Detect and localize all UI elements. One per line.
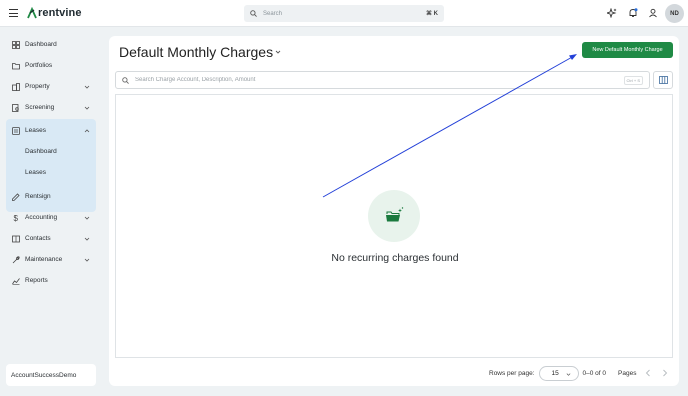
sidebar-item-contacts[interactable]: Contacts	[6, 229, 96, 248]
sidebar-item-property[interactable]: Property	[6, 77, 96, 96]
folder-icon	[12, 62, 20, 69]
sidebar-item-label: Rentsign	[25, 193, 51, 200]
next-page-button[interactable]	[660, 368, 670, 378]
lease-document-icon	[12, 126, 20, 135]
sidebar-item-label: Dashboard	[25, 41, 57, 48]
sidebar-item-label: Portfolios	[25, 62, 53, 69]
sparkle-icon[interactable]	[607, 8, 617, 18]
folder-open-icon	[386, 207, 404, 222]
sidebar: Dashboard Portfolios Property Screening …	[0, 27, 104, 396]
sidebar-item-label: Property	[25, 83, 50, 90]
chevron-left-icon	[646, 369, 651, 377]
sidebar-item-rentsign[interactable]: Rentsign	[6, 187, 96, 206]
dollar-icon: $	[14, 214, 19, 222]
search-icon	[122, 76, 129, 84]
sidebar-item-label: Leases	[25, 127, 46, 134]
bell-icon[interactable]	[628, 8, 638, 18]
search-icon	[250, 10, 257, 17]
sidebar-item-reports[interactable]: Reports	[6, 271, 96, 290]
previous-page-button[interactable]	[643, 368, 653, 378]
rows-per-page-label: Rows per page:	[489, 369, 535, 377]
sidebar-item-label: Screening	[25, 104, 55, 111]
chevron-down-icon[interactable]	[275, 49, 281, 55]
chevron-down-icon	[84, 258, 90, 262]
new-default-monthly-charge-button[interactable]: New Default Monthly Charge	[582, 42, 673, 58]
sidebar-item-leases[interactable]: Leases	[6, 121, 96, 140]
search-shortcut: ⌘ K	[426, 11, 438, 17]
hamburger-icon[interactable]	[9, 9, 18, 17]
sidebar-subitem-leases-dashboard[interactable]: Dashboard	[25, 148, 57, 155]
brand-name: rentvine	[38, 7, 82, 19]
user-icon[interactable]	[648, 8, 658, 18]
global-search-placeholder: Search	[263, 10, 283, 17]
chevron-down-icon	[84, 237, 90, 241]
search-shortcut-hint: Ctrl + S	[623, 75, 643, 85]
svg-text:$: $	[14, 214, 19, 222]
sidebar-item-maintenance[interactable]: Maintenance	[6, 250, 96, 269]
global-search[interactable]: Search ⌘ K	[244, 5, 444, 22]
dashboard-icon	[12, 40, 20, 49]
sidebar-item-label: Accounting	[25, 214, 58, 221]
charge-search-bar: Ctrl + S	[115, 71, 650, 89]
sidebar-item-label: Reports	[25, 277, 48, 284]
account-switcher[interactable]: AccountSuccessDemo	[6, 364, 96, 386]
charges-table: No recurring charges found	[115, 94, 673, 358]
page-title: Default Monthly Charges	[119, 44, 274, 60]
columns-button[interactable]	[653, 71, 673, 89]
pages-label: Pages	[618, 369, 637, 377]
sidebar-item-label: Contacts	[25, 235, 51, 242]
sidebar-item-screening[interactable]: Screening	[6, 98, 96, 117]
chevron-down-icon	[84, 106, 90, 110]
sidebar-item-label: Maintenance	[25, 256, 63, 263]
wrench-icon	[12, 255, 20, 263]
sidebar-item-accounting[interactable]: $ Accounting	[6, 208, 96, 227]
sidebar-item-dashboard[interactable]: Dashboard	[6, 35, 96, 54]
brand-logo[interactable]: rentvine	[27, 6, 82, 20]
chevron-up-icon	[84, 128, 90, 132]
signature-icon	[12, 192, 20, 201]
avatar[interactable]: ND	[665, 4, 684, 23]
empty-state-message: No recurring charges found	[331, 252, 459, 264]
pagination-range: 0–0 of 0	[582, 369, 607, 377]
sidebar-subitem-leases-list[interactable]: Leases	[25, 169, 46, 176]
pagination: Rows per page: 15 0–0 of 0 Pages	[489, 364, 670, 382]
building-icon	[12, 82, 20, 91]
rentvine-logo-icon	[27, 7, 37, 19]
chevron-right-icon	[663, 369, 668, 377]
top-bar: rentvine Search ⌘ K ND	[0, 0, 688, 27]
empty-state-illustration	[368, 190, 420, 242]
chevron-down-icon	[566, 372, 570, 376]
address-book-icon	[12, 235, 20, 242]
rows-per-page-value: 15	[551, 369, 559, 377]
main-card: Default Monthly Charges New Default Mont…	[109, 36, 679, 386]
charge-search-input[interactable]	[135, 77, 624, 83]
columns-icon	[658, 76, 668, 84]
chart-icon	[12, 277, 20, 285]
chevron-down-icon	[84, 85, 90, 89]
rows-per-page-select[interactable]: 15	[538, 365, 579, 381]
document-search-icon	[12, 103, 19, 112]
chevron-down-icon	[84, 216, 90, 220]
sidebar-item-portfolios[interactable]: Portfolios	[6, 56, 96, 75]
